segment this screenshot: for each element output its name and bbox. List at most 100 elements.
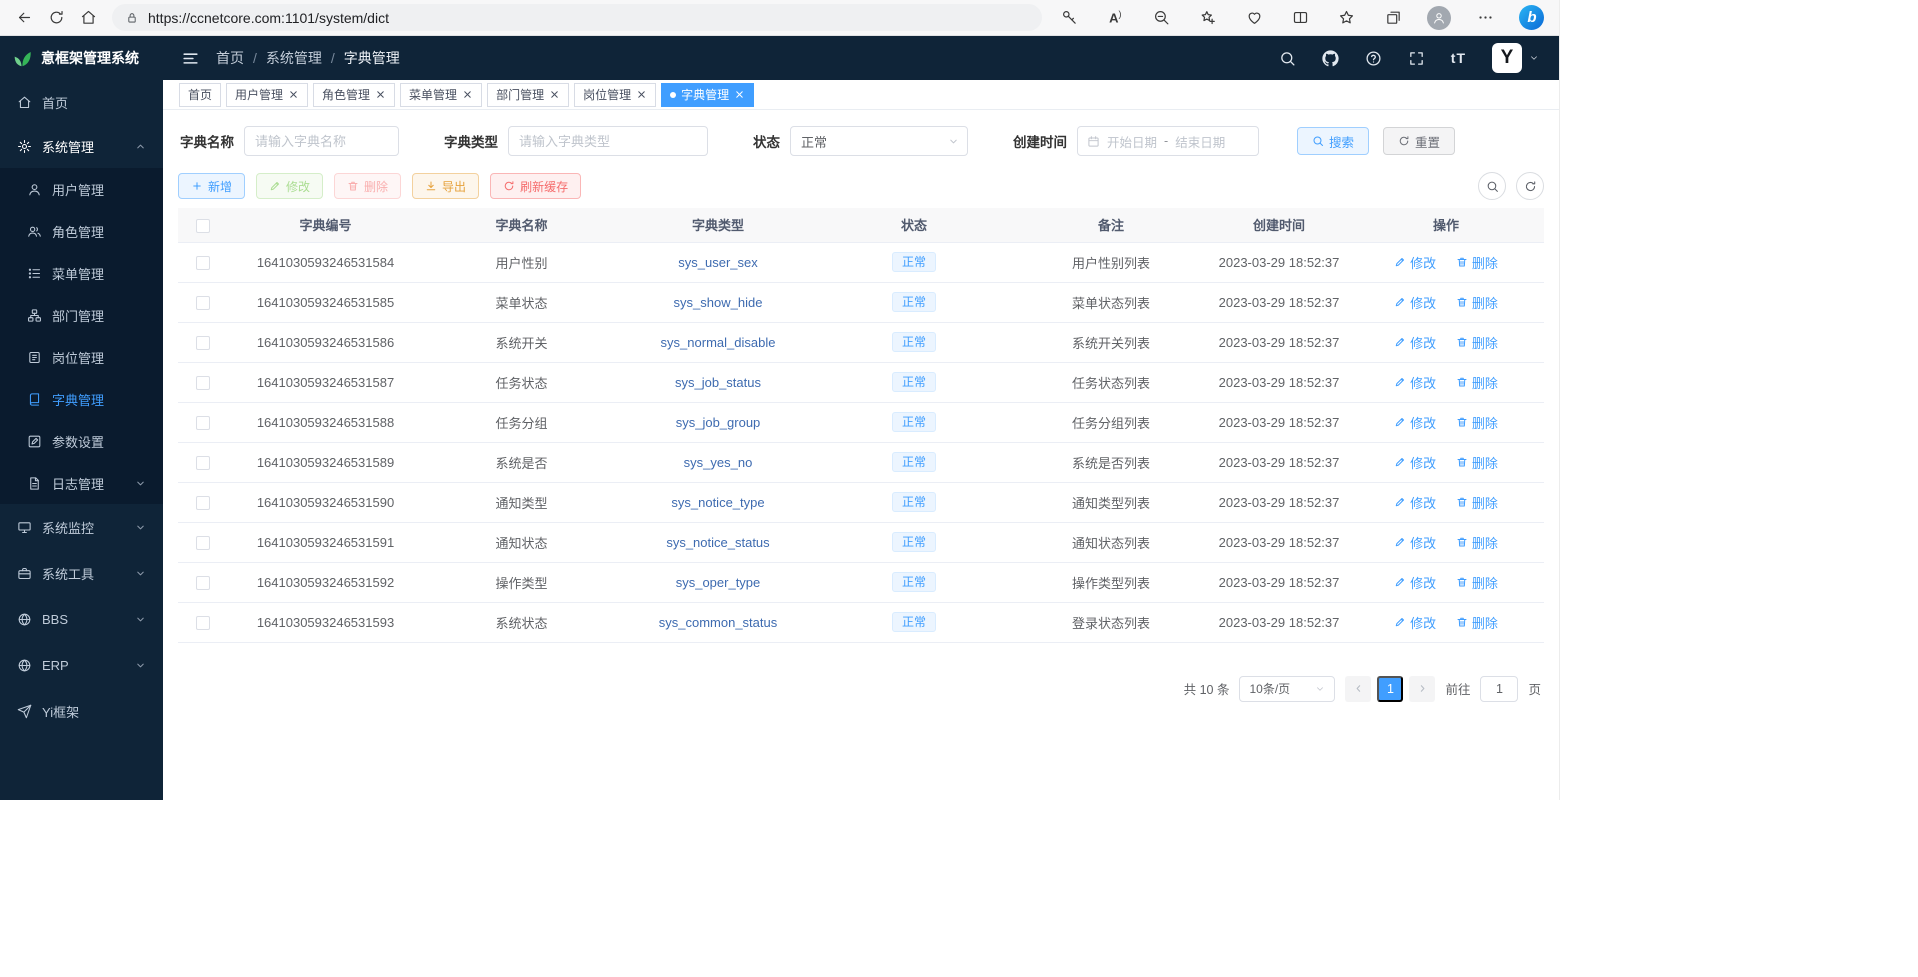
help-button[interactable]: [1365, 50, 1382, 67]
sidebar-item-home[interactable]: 首页: [0, 80, 163, 124]
favorites-button[interactable]: [1334, 4, 1360, 32]
row-edit-link[interactable]: 修改: [1394, 333, 1436, 352]
delete-button[interactable]: 删除: [334, 173, 401, 199]
row-checkbox[interactable]: [196, 336, 210, 350]
sidebar-item-menu-mgmt[interactable]: 菜单管理: [0, 252, 163, 294]
tab-post-mgmt[interactable]: 岗位管理: [574, 83, 656, 107]
tab-dict-mgmt[interactable]: 字典管理: [661, 83, 754, 107]
read-aloud-button[interactable]: A): [1102, 4, 1128, 32]
dict-type-link[interactable]: sys_job_status: [675, 375, 761, 390]
sidebar-item-system-mgmt[interactable]: 系统管理: [0, 124, 163, 168]
add-favorite-button[interactable]: [1195, 4, 1221, 32]
password-key-button[interactable]: [1056, 4, 1082, 32]
row-edit-link[interactable]: 修改: [1394, 533, 1436, 552]
row-delete-link[interactable]: 删除: [1456, 253, 1498, 272]
browser-menu-button[interactable]: [1473, 4, 1499, 32]
row-delete-link[interactable]: 删除: [1456, 533, 1498, 552]
tab-close-icon[interactable]: [734, 89, 745, 100]
reset-button[interactable]: 重置: [1383, 127, 1455, 155]
prev-page-button[interactable]: [1345, 676, 1371, 702]
tab-menu-mgmt[interactable]: 菜单管理: [400, 83, 482, 107]
header-search-button[interactable]: [1279, 50, 1296, 67]
tab-close-icon[interactable]: [375, 89, 386, 100]
row-checkbox[interactable]: [196, 296, 210, 310]
collections-button[interactable]: [1380, 4, 1406, 32]
row-checkbox[interactable]: [196, 256, 210, 270]
row-checkbox[interactable]: [196, 616, 210, 630]
dict-type-link[interactable]: sys_user_sex: [678, 255, 757, 270]
sidebar-item-bbs[interactable]: BBS: [0, 596, 163, 642]
row-edit-link[interactable]: 修改: [1394, 493, 1436, 512]
sidebar-item-role-mgmt[interactable]: 角色管理: [0, 210, 163, 252]
page-size-select[interactable]: 10条/页: [1239, 676, 1335, 702]
dict-type-link[interactable]: sys_job_group: [676, 415, 761, 430]
edit-button[interactable]: 修改: [256, 173, 323, 199]
row-edit-link[interactable]: 修改: [1394, 613, 1436, 632]
browser-essentials-button[interactable]: [1241, 4, 1267, 32]
dict-type-link[interactable]: sys_show_hide: [674, 295, 763, 310]
dict-type-link[interactable]: sys_notice_status: [666, 535, 769, 550]
dict-type-link[interactable]: sys_common_status: [659, 615, 778, 630]
goto-page-input[interactable]: [1480, 676, 1518, 702]
tab-role-mgmt[interactable]: 角色管理: [313, 83, 395, 107]
search-button[interactable]: 搜索: [1297, 127, 1369, 155]
font-size-button[interactable]: tT: [1451, 50, 1466, 66]
row-delete-link[interactable]: 删除: [1456, 413, 1498, 432]
sidebar-item-log-mgmt[interactable]: 日志管理: [0, 462, 163, 504]
add-button[interactable]: 新增: [178, 173, 245, 199]
tab-user-mgmt[interactable]: 用户管理: [226, 83, 308, 107]
split-screen-button[interactable]: [1287, 4, 1313, 32]
dict-type-link[interactable]: sys_normal_disable: [661, 335, 776, 350]
sidebar-item-yi-framework[interactable]: Yi框架: [0, 688, 163, 734]
tab-home[interactable]: 首页: [179, 83, 221, 107]
github-button[interactable]: [1322, 50, 1339, 67]
row-delete-link[interactable]: 删除: [1456, 293, 1498, 312]
user-menu[interactable]: Y: [1492, 43, 1539, 73]
row-edit-link[interactable]: 修改: [1394, 293, 1436, 312]
sidebar-item-post-mgmt[interactable]: 岗位管理: [0, 336, 163, 378]
back-button[interactable]: [8, 4, 40, 32]
tab-close-icon[interactable]: [636, 89, 647, 100]
select-all-checkbox[interactable]: [196, 219, 210, 233]
dict-type-link[interactable]: sys_yes_no: [684, 455, 753, 470]
date-range-picker[interactable]: 开始日期 - 结束日期: [1077, 126, 1259, 156]
toggle-search-button[interactable]: [1478, 172, 1506, 200]
dict-name-input[interactable]: [244, 126, 399, 156]
row-edit-link[interactable]: 修改: [1394, 253, 1436, 272]
row-checkbox[interactable]: [196, 536, 210, 550]
tab-close-icon[interactable]: [462, 89, 473, 100]
row-delete-link[interactable]: 删除: [1456, 613, 1498, 632]
row-edit-link[interactable]: 修改: [1394, 373, 1436, 392]
sidebar-item-user-mgmt[interactable]: 用户管理: [0, 168, 163, 210]
refresh-cache-button[interactable]: 刷新缓存: [490, 173, 581, 199]
row-edit-link[interactable]: 修改: [1394, 413, 1436, 432]
row-edit-link[interactable]: 修改: [1394, 573, 1436, 592]
row-checkbox[interactable]: [196, 456, 210, 470]
dict-type-link[interactable]: sys_oper_type: [676, 575, 761, 590]
row-checkbox[interactable]: [196, 496, 210, 510]
page-number-1[interactable]: 1: [1377, 676, 1403, 702]
row-checkbox[interactable]: [196, 576, 210, 590]
address-bar[interactable]: https://ccnetcore.com:1101/system/dict: [112, 4, 1042, 31]
row-delete-link[interactable]: 删除: [1456, 373, 1498, 392]
row-delete-link[interactable]: 删除: [1456, 493, 1498, 512]
sidebar-item-dict-mgmt[interactable]: 字典管理: [0, 378, 163, 420]
export-button[interactable]: 导出: [412, 173, 479, 199]
profile-button[interactable]: [1426, 4, 1452, 32]
hamburger-icon[interactable]: [181, 49, 200, 68]
zoom-button[interactable]: [1149, 4, 1175, 32]
dict-type-input[interactable]: [508, 126, 708, 156]
tab-dept-mgmt[interactable]: 部门管理: [487, 83, 569, 107]
row-delete-link[interactable]: 删除: [1456, 453, 1498, 472]
breadcrumb-home[interactable]: 首页: [216, 48, 244, 68]
fullscreen-button[interactable]: [1408, 50, 1425, 67]
row-checkbox[interactable]: [196, 416, 210, 430]
next-page-button[interactable]: [1409, 676, 1435, 702]
tab-close-icon[interactable]: [288, 89, 299, 100]
tab-close-icon[interactable]: [549, 89, 560, 100]
row-edit-link[interactable]: 修改: [1394, 453, 1436, 472]
row-delete-link[interactable]: 删除: [1456, 333, 1498, 352]
sidebar-item-dept-mgmt[interactable]: 部门管理: [0, 294, 163, 336]
dict-type-link[interactable]: sys_notice_type: [671, 495, 764, 510]
refresh-table-button[interactable]: [1516, 172, 1544, 200]
